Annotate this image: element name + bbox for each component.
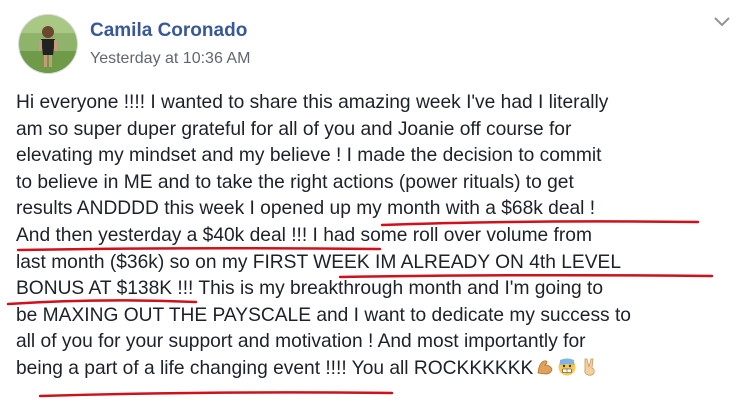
- post-timestamp[interactable]: Yesterday at 10:36 AM: [90, 50, 250, 68]
- post-line: BONUS AT $138K !!! This is my breakthrou…: [16, 278, 604, 300]
- post-line: am so super duper grateful for all of yo…: [16, 118, 572, 140]
- post-line: to believe in ME and to take the right a…: [16, 171, 574, 193]
- post-line: last month ($36k) so on my FIRST WEEK IM…: [16, 251, 621, 273]
- post-line: results ANDDDD this week I opened up my …: [16, 198, 596, 220]
- victory-hand-icon: [579, 357, 599, 386]
- post-line-last: being a part of a life changing event !!…: [16, 356, 748, 383]
- chevron-down-icon[interactable]: [712, 14, 732, 30]
- grimacing-sweat-face-icon: [557, 357, 577, 386]
- post-line: And then yesterday a $40k deal !!! I had…: [16, 224, 592, 246]
- flexed-biceps-icon: [535, 357, 555, 386]
- post-line: be MAXING OUT THE PAYSCALE and I want to…: [16, 304, 631, 326]
- post-body: Hi everyone !!!! I wanted to share this …: [16, 90, 748, 383]
- avatar[interactable]: [18, 14, 78, 74]
- post-line: all of you for your support and motivati…: [16, 331, 586, 353]
- post-line: Hi everyone !!!! I wanted to share this …: [16, 92, 609, 113]
- profile-photo: [19, 15, 77, 73]
- post-line: elevating my mindset and my believe ! I …: [16, 145, 602, 167]
- underline-life-changing: [38, 391, 394, 398]
- facebook-post: Camila Coronado Yesterday at 10:36 AM Hi…: [0, 0, 750, 406]
- author-name[interactable]: Camila Coronado: [90, 20, 247, 42]
- post-line-text: being a part of a life changing event !!…: [16, 357, 534, 379]
